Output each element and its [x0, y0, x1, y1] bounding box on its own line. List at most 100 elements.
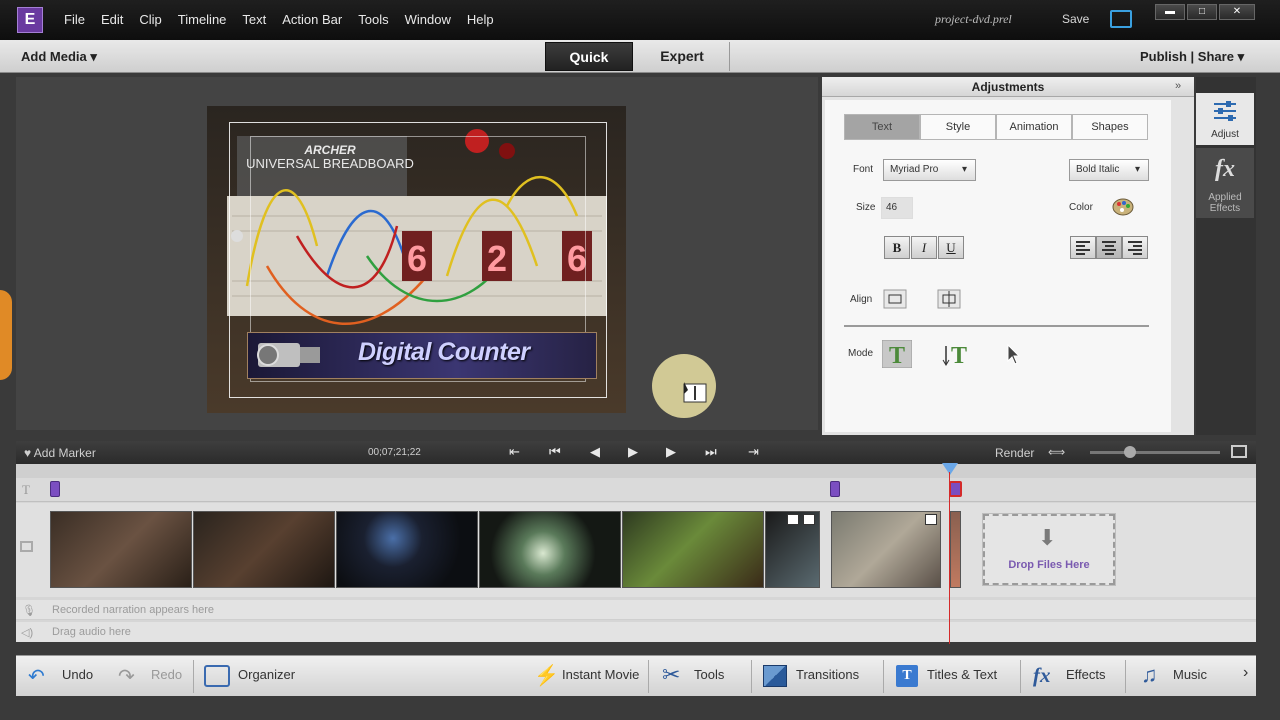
menu-help[interactable]: Help	[467, 12, 494, 27]
tab-quick[interactable]: Quick	[545, 42, 633, 71]
transitions-button[interactable]: Transitions	[796, 667, 859, 682]
add-marker-button[interactable]: ♥ Add Marker	[24, 446, 96, 460]
align-right-button[interactable]	[1122, 236, 1148, 259]
playhead[interactable]	[949, 472, 950, 644]
chevron-down-icon: ▾	[961, 164, 967, 175]
applied-effects-button[interactable]: fx Applied Effects	[1196, 148, 1254, 218]
align-left-button[interactable]	[1070, 236, 1096, 259]
play-icon[interactable]: ▶	[628, 444, 638, 460]
go-to-out-icon[interactable]: ⇥	[748, 444, 759, 460]
selected-title-clip-marker[interactable]	[949, 481, 962, 497]
chevron-down-icon: ▾	[1134, 164, 1140, 175]
render-button[interactable]: Render	[995, 446, 1034, 460]
music-button[interactable]: Music	[1173, 667, 1207, 682]
svg-text:T: T	[889, 343, 905, 368]
video-clip[interactable]	[479, 511, 621, 588]
italic-button[interactable]: I	[911, 236, 937, 259]
lightning-icon[interactable]: ⚡	[534, 663, 559, 688]
tools-icon[interactable]: ✂	[662, 662, 680, 688]
video-clip[interactable]	[336, 511, 478, 588]
adjust-panel-button[interactable]: Adjust	[1196, 93, 1254, 145]
title-clip-marker[interactable]	[830, 481, 840, 497]
tab-shapes[interactable]: Shapes	[1072, 114, 1148, 140]
color-palette-icon[interactable]	[1112, 198, 1134, 216]
effects-button[interactable]: Effects	[1066, 667, 1106, 682]
time-ruler[interactable]	[16, 464, 1256, 478]
video-clip[interactable]	[950, 511, 961, 588]
tab-expert[interactable]: Expert	[635, 42, 730, 71]
video-clip[interactable]	[50, 511, 192, 588]
title-text[interactable]: Digital Counter	[358, 338, 530, 367]
close-button[interactable]: ✕	[1219, 4, 1255, 20]
step-back-icon[interactable]: ◀	[590, 444, 600, 460]
zoom-slider[interactable]	[1090, 451, 1220, 454]
go-to-in-icon[interactable]: ⇤	[509, 444, 520, 460]
undo-button[interactable]: Undo	[62, 667, 93, 682]
size-label: Size	[856, 202, 876, 213]
underline-button[interactable]: U	[938, 236, 964, 259]
transitions-icon[interactable]	[763, 665, 787, 687]
vertical-text-mode-icon[interactable]: T	[942, 340, 972, 368]
collapse-panel-icon[interactable]: »	[1175, 80, 1181, 92]
microphone-icon: 🎙	[22, 605, 36, 617]
font-label: Font	[853, 164, 874, 175]
drop-files-label: Drop Files Here	[1008, 559, 1090, 571]
align-horizontal-center-icon[interactable]	[883, 289, 907, 309]
minimize-button[interactable]: ▬	[1155, 4, 1185, 20]
maximize-button[interactable]: □	[1187, 4, 1217, 20]
chevron-down-icon: ▾	[90, 49, 97, 64]
text-cursor-icon	[683, 382, 707, 403]
align-center-button[interactable]	[1096, 236, 1122, 259]
organizer-icon[interactable]	[204, 665, 230, 687]
font-dropdown[interactable]: Myriad Pro ▾	[883, 159, 976, 181]
titles-icon[interactable]: T	[896, 665, 918, 687]
menu-tools[interactable]: Tools	[358, 12, 388, 27]
chevron-down-icon: ▾	[1237, 49, 1245, 64]
tools-button[interactable]: Tools	[694, 667, 724, 682]
size-input[interactable]: 46	[881, 197, 913, 219]
menu-edit[interactable]: Edit	[101, 12, 123, 27]
fullscreen-icon[interactable]	[1110, 10, 1132, 28]
scroll-right-icon[interactable]: ›	[1243, 664, 1248, 682]
menu-clip[interactable]: Clip	[139, 12, 161, 27]
arrow-down-icon: ⬇	[1038, 525, 1057, 550]
clip-info-icon	[803, 514, 815, 525]
effects-icon[interactable]: fx	[1033, 663, 1051, 688]
fit-timeline-icon[interactable]: ⟺	[1048, 445, 1065, 459]
tab-animation[interactable]: Animation	[996, 114, 1072, 140]
undo-icon[interactable]: ↶	[28, 664, 45, 689]
zoom-slider-handle[interactable]	[1124, 446, 1136, 458]
step-forward-icon[interactable]: ▶	[666, 444, 676, 460]
horizontal-text-mode-icon[interactable]: T	[882, 340, 912, 368]
title-clip-marker[interactable]	[50, 481, 60, 497]
font-style-dropdown[interactable]: Bold Italic ▾	[1069, 159, 1149, 181]
menu-timeline[interactable]: Timeline	[178, 12, 227, 27]
video-track-icon	[20, 541, 33, 552]
save-button[interactable]: Save	[1062, 12, 1089, 26]
add-media-button[interactable]: Add Media ▾	[21, 49, 97, 65]
timeline-view-toggle-icon[interactable]	[1231, 445, 1247, 458]
organizer-button[interactable]: Organizer	[238, 667, 295, 682]
tab-style[interactable]: Style	[920, 114, 996, 140]
instant-movie-button[interactable]: Instant Movie	[562, 667, 639, 682]
bold-button[interactable]: B	[884, 236, 910, 259]
publish-share-button[interactable]: Publish | Share ▾	[1140, 49, 1244, 65]
audio-track	[16, 622, 1256, 642]
align-vertical-center-icon[interactable]	[937, 289, 961, 309]
menu-file[interactable]: File	[64, 12, 85, 27]
go-to-end-icon[interactable]: ⏭	[705, 444, 717, 460]
go-to-start-icon[interactable]: ⏮	[549, 444, 561, 460]
menu-action-bar[interactable]: Action Bar	[282, 12, 342, 27]
redo-button[interactable]: Redo	[151, 667, 182, 682]
publish-share-label: Publish | Share	[1140, 49, 1234, 64]
music-icon[interactable]: ♫	[1141, 662, 1158, 688]
menu-text[interactable]: Text	[242, 12, 266, 27]
video-clip[interactable]	[193, 511, 335, 588]
menu-window[interactable]: Window	[405, 12, 451, 27]
tab-text[interactable]: Text	[844, 114, 920, 140]
title-track-icon: T	[22, 482, 30, 497]
redo-icon[interactable]: ↷	[118, 664, 135, 689]
titles-text-button[interactable]: Titles & Text	[927, 667, 997, 682]
camera-icon	[257, 343, 320, 367]
video-clip[interactable]	[622, 511, 764, 588]
